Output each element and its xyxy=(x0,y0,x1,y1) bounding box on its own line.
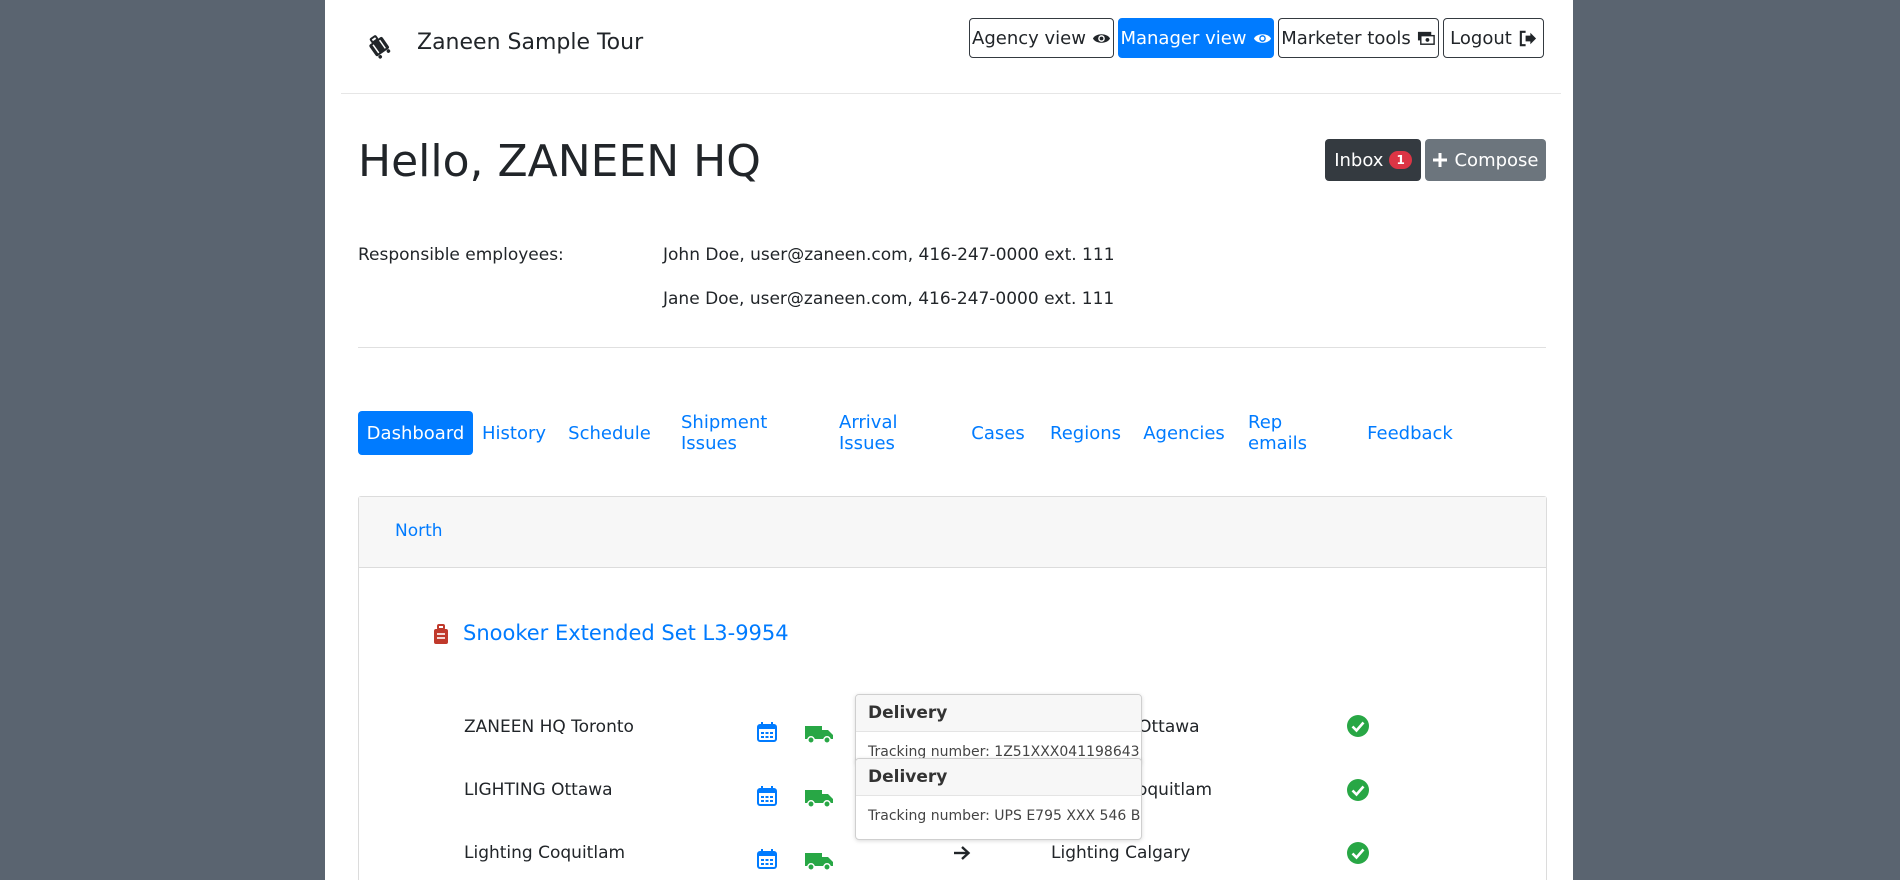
sign-out-icon xyxy=(1519,30,1536,46)
marketer-tools-button[interactable]: Marketer tools xyxy=(1278,18,1439,58)
money-bill-icon xyxy=(1417,31,1435,45)
agency-view-label: Agency view xyxy=(972,27,1086,49)
tab-schedule[interactable]: Schedule xyxy=(568,411,651,455)
shipment-origin: ZANEEN HQ Toronto xyxy=(464,717,634,737)
truck-icon[interactable] xyxy=(804,723,834,745)
tab-dashboard[interactable]: Dashboard xyxy=(358,411,473,455)
employee-entry: John Doe, user@zaneen.com, 416-247-0000 … xyxy=(663,245,1115,265)
shipment-origin: LIGHTING Ottawa xyxy=(464,780,613,800)
calendar-icon[interactable] xyxy=(756,721,778,743)
shipment-origin: Lighting Coquitlam xyxy=(464,843,626,863)
agency-view-button[interactable]: Agency view xyxy=(969,18,1114,58)
manager-view-label: Manager view xyxy=(1120,27,1247,49)
inbox-label: Inbox xyxy=(1334,149,1384,171)
tab-shipment-issues[interactable]: Shipment Issues xyxy=(681,411,813,455)
plus-icon xyxy=(1433,153,1448,167)
shipment-destination: Lighting Calgary xyxy=(1051,843,1191,863)
section-divider xyxy=(358,347,1546,348)
page-title: Hello, ZANEEN HQ xyxy=(358,136,761,187)
marketer-tools-label: Marketer tools xyxy=(1281,27,1411,49)
brand-name[interactable]: Zaneen Sample Tour xyxy=(417,30,643,55)
header-divider xyxy=(341,93,1561,94)
suitcase-icon xyxy=(434,624,448,644)
logout-label: Logout xyxy=(1450,27,1512,49)
compose-label: Compose xyxy=(1454,149,1539,171)
tab-regions[interactable]: Regions xyxy=(1050,411,1121,455)
arrow-right-icon xyxy=(954,846,971,860)
tab-feedback[interactable]: Feedback xyxy=(1367,411,1453,455)
compose-button[interactable]: Compose xyxy=(1425,139,1546,181)
truck-icon[interactable] xyxy=(804,787,834,809)
region-tab-north[interactable]: North xyxy=(395,521,443,541)
check-circle-icon xyxy=(1347,779,1369,801)
main-page: Zaneen Sample Tour Agency view Manager v… xyxy=(325,0,1573,880)
inbox-button[interactable]: Inbox 1 xyxy=(1325,139,1421,181)
popover-tracking-number: Tracking number: UPS E795 XXX 546 B xyxy=(868,808,1141,824)
tab-agencies[interactable]: Agencies xyxy=(1143,411,1225,455)
responsible-employees-label: Responsible employees: xyxy=(358,245,564,265)
calendar-icon[interactable] xyxy=(756,848,778,870)
popover-title: Delivery xyxy=(856,695,1141,732)
tab-cases[interactable]: Cases xyxy=(971,411,1024,455)
delivery-popover: Delivery Tracking number: UPS E795 XXX 5… xyxy=(855,758,1142,840)
inbox-count-badge: 1 xyxy=(1389,151,1412,169)
employee-entry: Jane Doe, user@zaneen.com, 416-247-0000 … xyxy=(663,289,1115,309)
delivery-popover: Delivery Tracking number: 1Z51XXX0411986… xyxy=(855,694,1142,764)
card-header: North xyxy=(359,497,1546,568)
manager-view-button[interactable]: Manager view xyxy=(1118,18,1274,58)
logout-button[interactable]: Logout xyxy=(1443,18,1544,58)
product-link[interactable]: Snooker Extended Set L3-9954 xyxy=(463,621,789,645)
check-circle-icon xyxy=(1347,842,1369,864)
eye-icon xyxy=(1253,33,1271,43)
calendar-icon[interactable] xyxy=(756,785,778,807)
tab-arrival-issues[interactable]: Arrival Issues xyxy=(839,411,943,455)
check-circle-icon xyxy=(1347,715,1369,737)
truck-icon[interactable] xyxy=(804,850,834,872)
suitcase-rolling-icon xyxy=(369,35,391,59)
tab-rep-emails[interactable]: Rep emails xyxy=(1248,411,1342,455)
eye-icon xyxy=(1092,33,1111,43)
popover-title: Delivery xyxy=(856,759,1141,796)
tab-history[interactable]: History xyxy=(482,411,546,455)
